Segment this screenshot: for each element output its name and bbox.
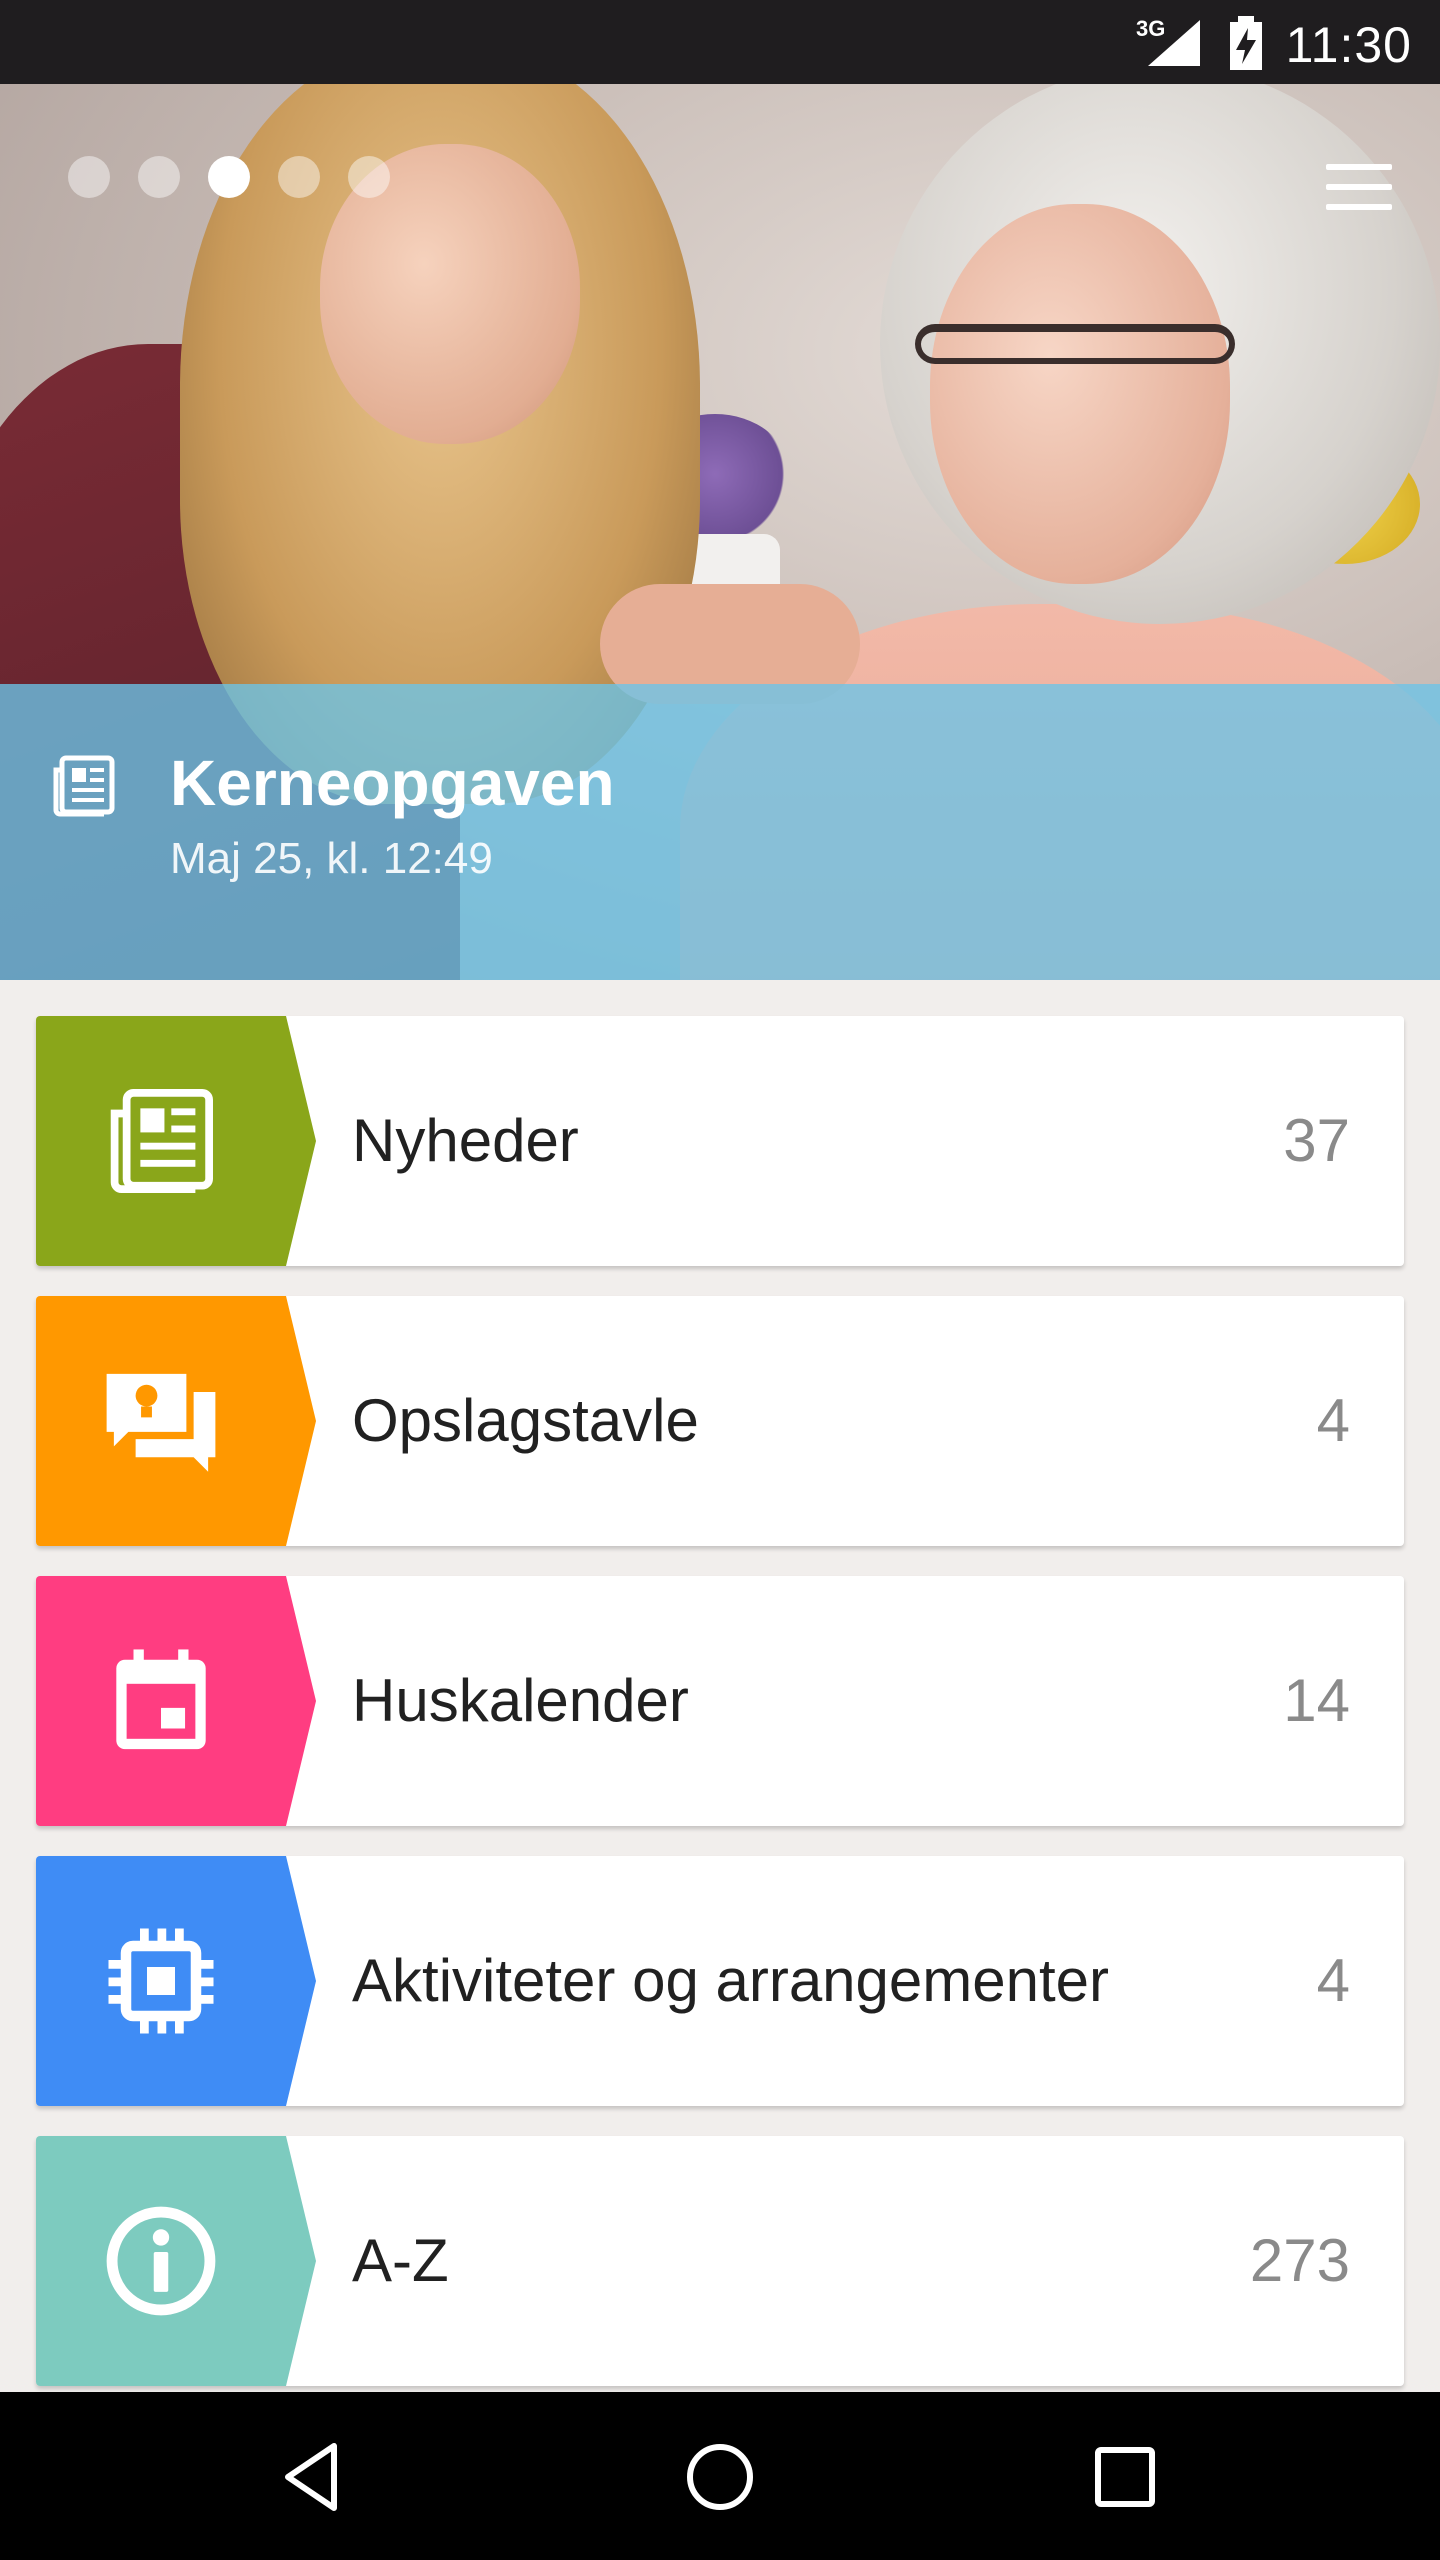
signal-icon [1148,20,1200,66]
featured-date: Maj 25, kl. 12:49 [170,834,493,883]
carousel-indicator [68,156,390,198]
carousel-dot-active[interactable] [208,156,250,198]
featured-carousel[interactable]: Kerneopgaven Maj 25, kl. 12:49 [0,84,1440,980]
menu-item-icon-wrap [36,2136,286,2386]
carousel-dot[interactable] [68,156,110,198]
photo-face-right [930,204,1230,584]
menu-item-count: 4 [1316,1387,1350,1454]
featured-caption[interactable]: Kerneopgaven Maj 25, kl. 12:49 [0,684,1440,980]
menu-item-aktiviteter[interactable]: Aktiviteter og arrangementer 4 [36,1856,1404,2106]
menu-item-label: Opslagstavle [352,1387,699,1454]
home-icon[interactable] [675,2432,765,2522]
menu-item-icon-wrap [36,1856,286,2106]
newspaper-icon [110,1089,213,1193]
menu-item-icon-wrap [36,1576,286,1826]
hamburger-menu-icon[interactable] [1326,164,1392,216]
menu-item-count: 4 [1316,1947,1350,2014]
menu-item-label: A-Z [352,2227,449,2294]
menu-item-a-z[interactable]: A-Z 273 [36,2136,1404,2386]
status-bar: 3G 11:30 [0,0,1440,84]
calendar-icon [116,1649,206,1750]
battery-charging-icon [1230,16,1262,70]
recents-icon[interactable] [1080,2432,1170,2522]
menu-item-icon-wrap [36,1296,286,1546]
menu-item-count: 14 [1283,1667,1350,1734]
bulletin-chat-icon [106,1373,216,1472]
clock: 11:30 [1285,17,1412,73]
system-nav-bar [0,2392,1440,2560]
info-icon [106,2206,216,2316]
newspaper-icon [53,755,115,817]
menu-item-nyheder[interactable]: Nyheder 37 [36,1016,1404,1266]
menu-item-count: 37 [1283,1107,1350,1174]
menu-item-icon-wrap [36,1016,286,1266]
photo-glasses [915,324,1235,364]
menu-item-huskalender[interactable]: Huskalender 14 [36,1576,1404,1826]
menu-item-label: Huskalender [352,1667,689,1734]
carousel-dot[interactable] [348,156,390,198]
menu-list: Nyheder 37 Opslagstavle 4 Huskalender 14… [36,1016,1404,2416]
menu-item-count: 273 [1249,2227,1350,2294]
back-icon[interactable] [270,2432,360,2522]
menu-item-label: Aktiviteter og arrangementer [352,1947,1110,2014]
carousel-dot[interactable] [278,156,320,198]
menu-item-label: Nyheder [352,1107,579,1174]
featured-title: Kerneopgaven [170,747,615,819]
menu-item-opslagstavle[interactable]: Opslagstavle 4 [36,1296,1404,1546]
activity-chip-icon [108,1928,214,2034]
carousel-dot[interactable] [138,156,180,198]
